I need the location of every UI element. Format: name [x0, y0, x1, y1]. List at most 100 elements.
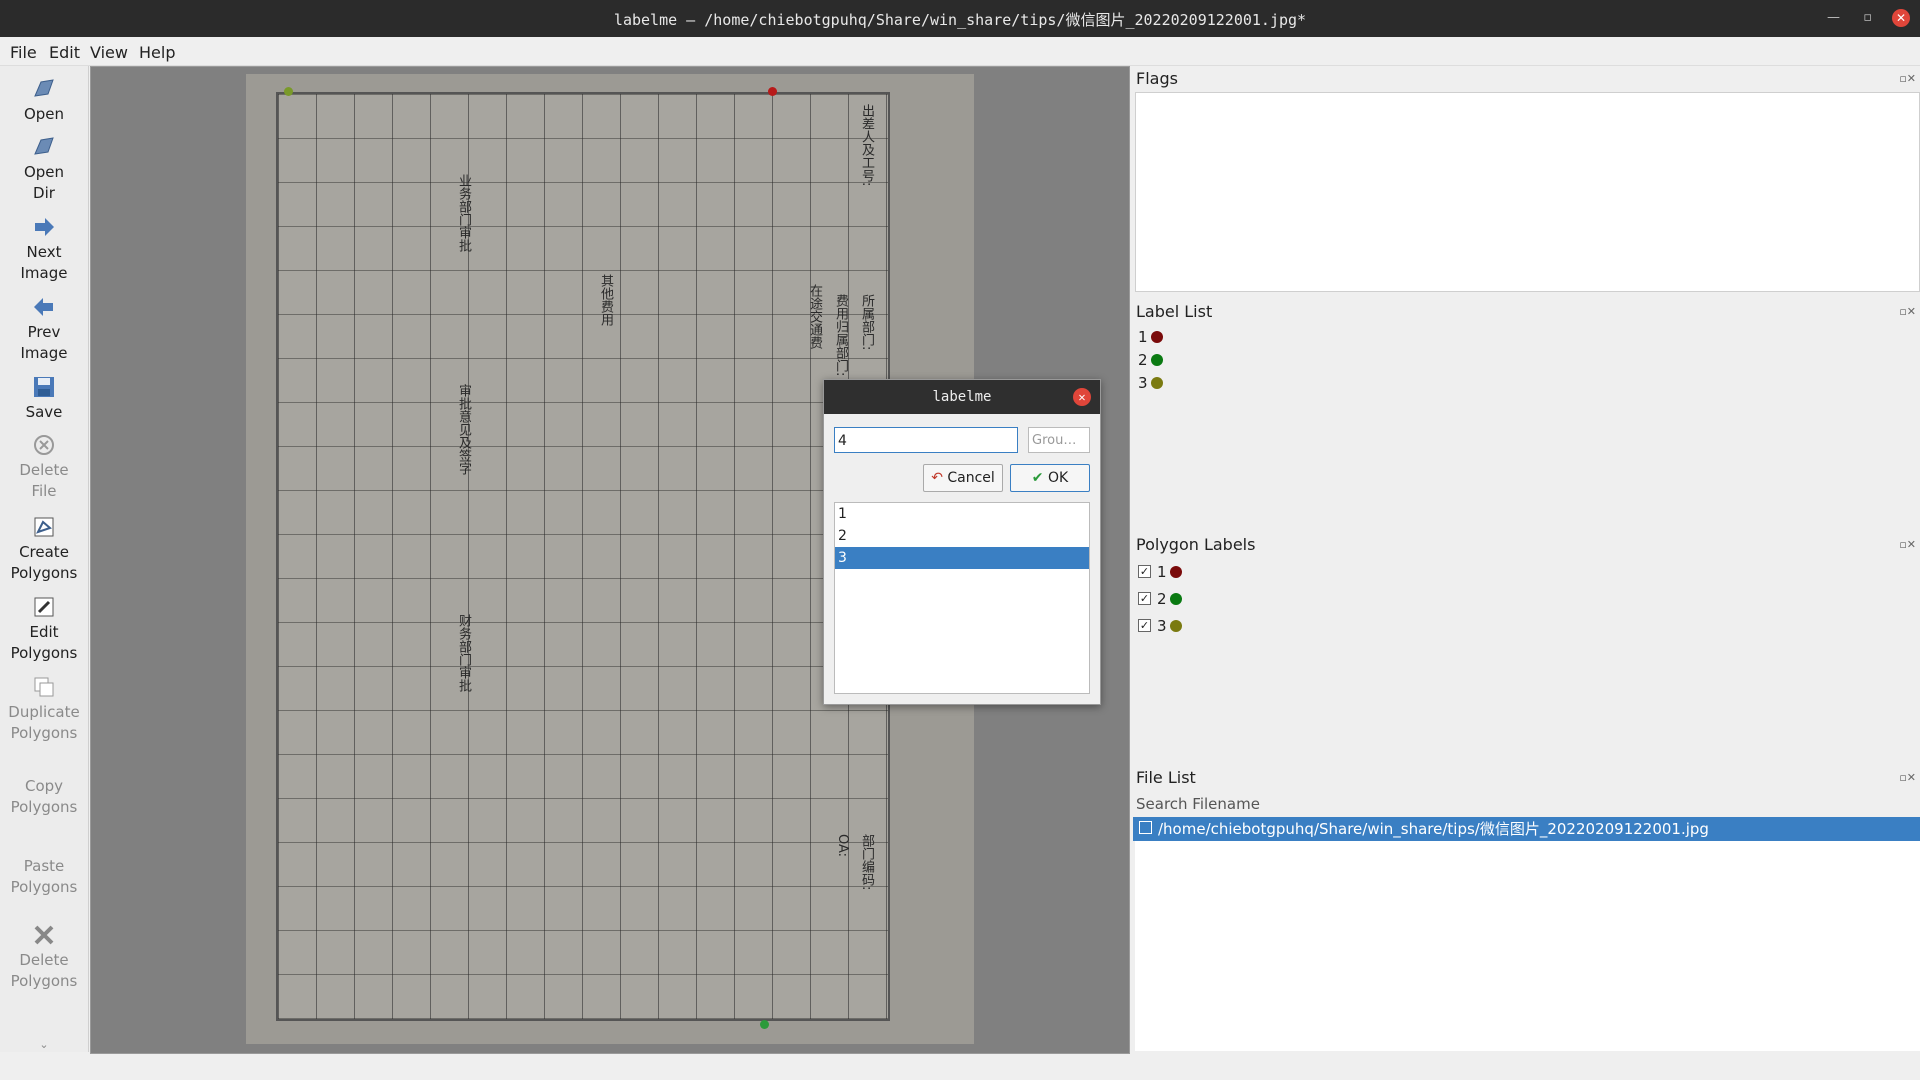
group-id-input[interactable]: Grou…	[1028, 427, 1090, 453]
cancel-icon: ↶	[931, 470, 943, 486]
polygon-labels-dock-title: Polygon Labels ▫✕	[1133, 532, 1920, 558]
open-dir-icon	[34, 137, 54, 155]
edit-polygons-icon	[34, 597, 54, 617]
delete-file-button[interactable]: Delete File	[0, 432, 88, 502]
dock-float-close-icon[interactable]: ▫✕	[1899, 299, 1916, 325]
save-label: Save	[25, 403, 63, 421]
color-dot-icon	[1169, 565, 1182, 578]
toolbar-expand-icon[interactable]: ⌄	[0, 1034, 88, 1055]
ok-button[interactable]: ✔ OK	[1010, 464, 1090, 492]
paper-text: 出差人及工号:	[859, 104, 874, 187]
open-dir-button[interactable]: Open Dir	[0, 134, 88, 204]
dialog-title: labelme ✕	[824, 380, 1100, 414]
file-list-empty-area	[1135, 841, 1920, 1051]
paste-polygons-button[interactable]: Paste Polygons	[0, 856, 88, 898]
paper-text: 部门编码:	[859, 834, 874, 891]
paper-text: OA:	[835, 834, 850, 858]
label-list-item[interactable]: 1	[1135, 325, 1920, 348]
edit-polygons-label: Edit Polygons	[10, 623, 78, 662]
open-icon	[34, 79, 54, 97]
color-dot-icon	[1150, 330, 1163, 343]
copy-polygons-label: Copy Polygons	[10, 777, 78, 816]
menu-edit[interactable]: Edit	[49, 43, 80, 62]
delete-polygons-button[interactable]: Delete Polygons	[0, 922, 88, 992]
checkbox-icon[interactable]: ✓	[1138, 619, 1151, 632]
paper-text: 费用归属部门:	[833, 294, 848, 377]
label-suggestion-item[interactable]: 3	[835, 547, 1089, 569]
color-dot-icon	[1150, 376, 1163, 389]
dock-float-close-icon[interactable]: ▫✕	[1899, 66, 1916, 92]
duplicate-polygons-label: Duplicate Polygons	[8, 703, 80, 742]
label-list-dock: Label List ▫✕ 1 2 3	[1133, 299, 1920, 527]
window-titlebar: labelme – /home/chiebotgpuhq/Share/win_s…	[0, 0, 1920, 37]
dialog-close-icon[interactable]: ✕	[1073, 388, 1091, 406]
dock-float-close-icon[interactable]: ▫✕	[1899, 765, 1916, 791]
dock-float-close-icon[interactable]: ▫✕	[1899, 532, 1916, 558]
left-toolbar: Open Open Dir Next Image Prev Image Save De…	[0, 66, 89, 1052]
paper-text: 在途交通费	[807, 284, 822, 349]
delete-polygons-label: Delete Polygons	[10, 951, 78, 990]
window-title: labelme – /home/chiebotgpuhq/Share/win_s…	[613, 11, 1307, 29]
prev-image-button[interactable]: Prev Image	[0, 294, 88, 364]
prev-image-icon	[34, 298, 53, 316]
duplicate-polygons-button[interactable]: Duplicate Polygons	[0, 674, 88, 744]
checkbox-icon[interactable]: ✓	[1138, 565, 1151, 578]
form-paper: 出差人及工号: 所属部门: 费用归属部门: 在途交通费 其他费用 业务部门审批 …	[276, 92, 890, 1021]
polygon-label-item[interactable]: ✓ 2	[1135, 585, 1920, 612]
minimize-icon[interactable]: —	[1827, 10, 1840, 25]
label-input[interactable]: 4	[834, 427, 1018, 453]
delete-file-label: Delete File	[19, 461, 69, 500]
menu-view[interactable]: View	[90, 43, 128, 62]
edit-polygons-button[interactable]: Edit Polygons	[0, 594, 88, 664]
open-dir-label: Open Dir	[23, 163, 65, 202]
polygon-labels-dock: Polygon Labels ▫✕ ✓ 1 ✓ 2 ✓ 3	[1133, 532, 1920, 760]
paper-text: 业务部门审批	[456, 174, 471, 252]
menu-file[interactable]: File	[10, 43, 37, 62]
save-button[interactable]: Save	[0, 374, 88, 423]
flags-dock-title: Flags ▫✕	[1133, 66, 1920, 92]
create-polygons-button[interactable]: Create Polygons	[0, 514, 88, 584]
paper-text: 财务部门审批	[456, 614, 471, 692]
polygon-point[interactable]	[768, 87, 777, 96]
next-image-button[interactable]: Next Image	[0, 214, 88, 284]
paper-text: 其他费用	[598, 274, 613, 326]
checkbox-icon[interactable]	[1139, 821, 1152, 834]
label-suggestion-item[interactable]: 1	[835, 503, 1089, 525]
menu-help[interactable]: Help	[139, 43, 175, 62]
open-label: Open	[23, 105, 65, 123]
checkbox-icon[interactable]: ✓	[1138, 592, 1151, 605]
copy-polygons-button[interactable]: Copy Polygons	[0, 776, 88, 818]
label-suggestion-item[interactable]: 2	[835, 525, 1089, 547]
polygon-label-item[interactable]: ✓ 3	[1135, 612, 1920, 639]
next-image-icon	[35, 218, 54, 236]
file-list-dock: File List ▫✕ Search Filename /home/chiebo…	[1133, 765, 1920, 1052]
label-list-dock-title: Label List ▫✕	[1133, 299, 1920, 325]
maximize-icon[interactable]: ▫	[1863, 10, 1872, 25]
polygon-label-item[interactable]: ✓ 1	[1135, 558, 1920, 585]
delete-file-icon	[34, 435, 54, 455]
flags-dock: Flags ▫✕	[1133, 66, 1920, 294]
next-image-label: Next Image	[20, 243, 68, 282]
file-list-item[interactable]: /home/chiebotgpuhq/Share/win_share/tips/…	[1133, 817, 1920, 841]
file-list-dock-title: File List ▫✕	[1133, 765, 1920, 791]
polygon-point[interactable]	[284, 87, 293, 96]
cancel-button[interactable]: ↶ Cancel	[923, 464, 1003, 492]
menubar: File Edit View Help	[0, 37, 1920, 66]
duplicate-polygons-icon	[34, 677, 54, 697]
color-dot-icon	[1169, 619, 1182, 632]
label-suggestion-list: 1 2 3	[834, 502, 1090, 694]
polygon-point[interactable]	[760, 1020, 769, 1029]
check-icon: ✔	[1031, 470, 1044, 486]
open-button[interactable]: Open	[0, 76, 88, 125]
label-list-item[interactable]: 3	[1135, 371, 1920, 394]
label-list-item[interactable]: 2	[1135, 348, 1920, 371]
create-polygons-icon	[34, 517, 54, 537]
window-close-icon[interactable]: ✕	[1892, 9, 1910, 27]
delete-polygons-icon	[34, 925, 54, 945]
file-search-input[interactable]: Search Filename	[1133, 791, 1920, 817]
paper-text: 审批意见及签字	[456, 384, 471, 475]
label-list: 1 2 3	[1135, 325, 1920, 523]
create-polygons-label: Create Polygons	[10, 543, 78, 582]
flags-list[interactable]	[1135, 92, 1920, 292]
paper-text: 所属部门:	[859, 294, 874, 351]
